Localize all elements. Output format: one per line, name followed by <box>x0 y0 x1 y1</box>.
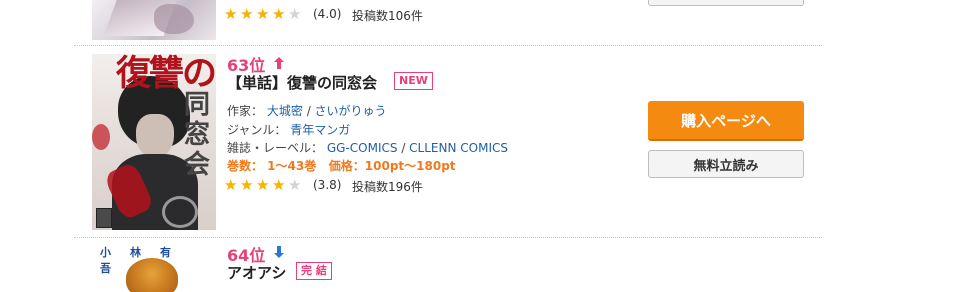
genre-link[interactable]: 青年マンガ <box>290 123 350 137</box>
cover-title-vertical: 同窓会 <box>184 90 211 180</box>
item-divider <box>74 237 822 238</box>
star-icon: ★★ <box>224 176 238 194</box>
cover-author: 小林有吾 <box>100 246 190 275</box>
manga-title[interactable]: アオアシ <box>227 262 286 283</box>
rank-up-arrow-icon <box>274 57 284 69</box>
free-read-button[interactable] <box>648 0 804 6</box>
free-read-button[interactable]: 無料立読み <box>648 150 804 178</box>
genre-row: ジャンル： 青年マンガ <box>227 121 350 138</box>
review-count[interactable]: 投稿数106件 <box>352 7 423 24</box>
rating-stars: ★★★★★★★★★★ <box>224 178 303 193</box>
genre-label: ジャンル： <box>227 123 287 137</box>
rating-value: (3.8) <box>313 178 342 192</box>
volume-count: 巻数： 1〜43巻 <box>227 159 317 173</box>
star-icon: ★★ <box>240 176 254 194</box>
label-link[interactable]: GG-COMICS <box>327 141 398 155</box>
author-row: 作家： 大城密 / さいがりゅう <box>227 104 387 118</box>
completed-badge: 完 結 <box>296 262 332 280</box>
manga-title[interactable]: 【単話】復讐の同窓会 <box>227 72 377 93</box>
star-icon: ★★ <box>288 176 302 194</box>
star-icon: ★★ <box>272 5 286 23</box>
star-icon: ★★ <box>272 176 286 194</box>
new-badge: NEW <box>394 72 433 90</box>
star-icon: ★★ <box>224 5 238 23</box>
cover-title: 復讐の <box>116 54 216 94</box>
price-range: 価格：100pt〜180pt <box>328 159 456 173</box>
rating-value: (4.0) <box>313 7 342 21</box>
star-icon: ★★ <box>288 5 302 23</box>
item-divider <box>74 45 822 46</box>
label-row: 雑誌・レーベル： GG-COMICS / CLLENN COMICS <box>227 141 508 155</box>
author-link[interactable]: さいがりゅう <box>315 104 387 118</box>
label-link[interactable]: CLLENN COMICS <box>409 141 508 155</box>
author-link[interactable]: 大城密 <box>267 104 303 118</box>
rating-stars: ★★★★★★★★★★ <box>224 7 303 22</box>
star-icon: ★★ <box>256 5 270 23</box>
label-label: 雑誌・レーベル： <box>227 141 324 155</box>
manga-cover-image[interactable]: 小林有吾 <box>92 240 216 292</box>
review-count[interactable]: 投稿数196件 <box>352 178 423 195</box>
manga-cover-image[interactable] <box>92 0 216 40</box>
rank-down-arrow-icon <box>274 246 284 258</box>
star-icon: ★★ <box>256 176 270 194</box>
volume-price-row: 巻数： 1〜43巻 価格：100pt〜180pt <box>227 157 456 174</box>
manga-cover-image[interactable]: 復讐の 同窓会 <box>92 54 216 230</box>
star-icon: ★★ <box>240 5 254 23</box>
author-label: 作家： <box>227 104 264 118</box>
purchase-page-button[interactable]: 購入ページへ <box>648 101 804 141</box>
